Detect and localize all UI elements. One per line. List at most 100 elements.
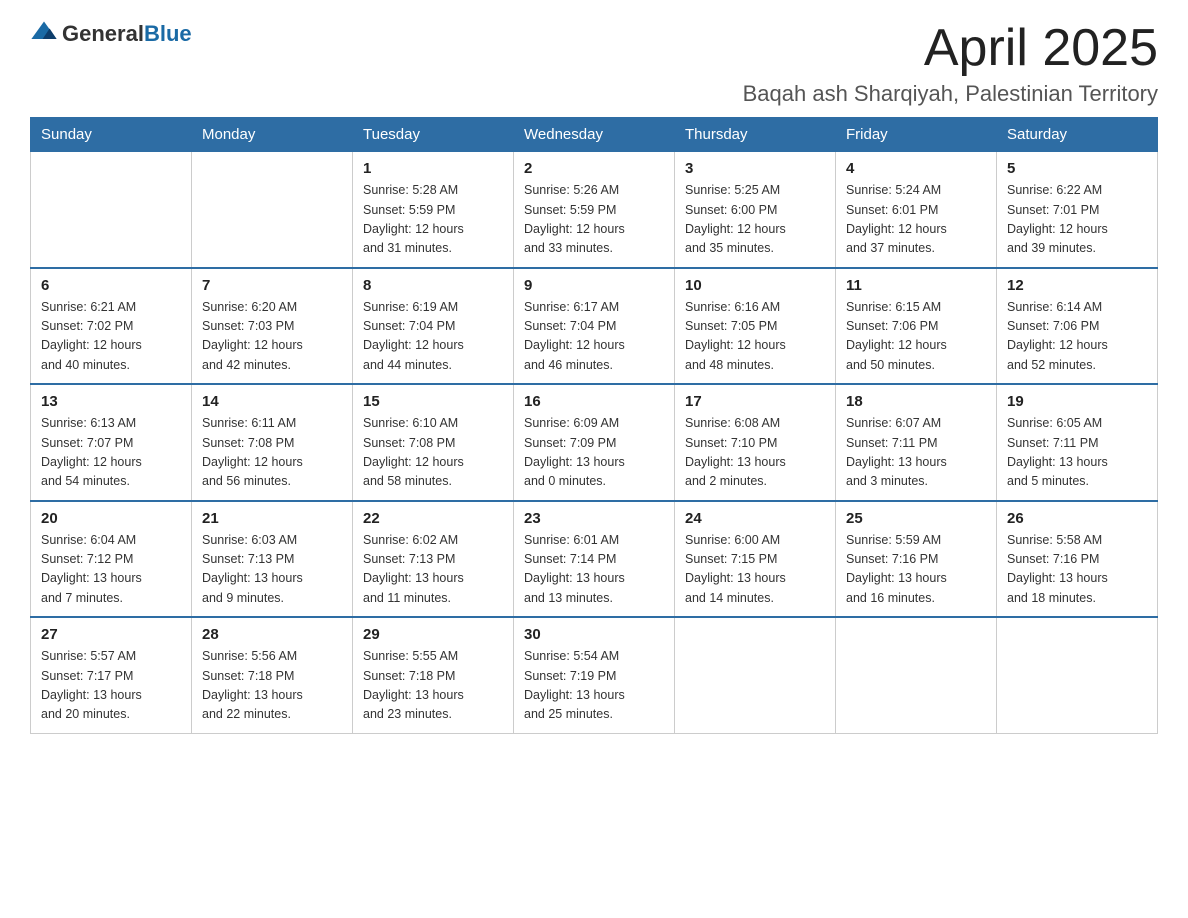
day-info: Sunrise: 6:11 AM Sunset: 7:08 PM Dayligh… — [202, 414, 342, 492]
day-number: 18 — [846, 393, 986, 410]
week-row-1: 1 Sunrise: 5:28 AM Sunset: 5:59 PM Daylig… — [31, 152, 1158, 268]
day-info: Sunrise: 6:15 AM Sunset: 7:06 PM Dayligh… — [846, 298, 986, 376]
calendar-cell: 16 Sunrise: 6:09 AM Sunset: 7:09 PM Dayli… — [514, 384, 675, 501]
day-info: Sunrise: 6:16 AM Sunset: 7:05 PM Dayligh… — [685, 298, 825, 376]
day-info: Sunrise: 6:00 AM Sunset: 7:15 PM Dayligh… — [685, 531, 825, 609]
day-info: Sunrise: 6:04 AM Sunset: 7:12 PM Dayligh… — [41, 531, 181, 609]
calendar-cell — [31, 152, 192, 268]
day-info: Sunrise: 6:03 AM Sunset: 7:13 PM Dayligh… — [202, 531, 342, 609]
day-info: Sunrise: 6:19 AM Sunset: 7:04 PM Dayligh… — [363, 298, 503, 376]
calendar-cell: 29 Sunrise: 5:55 AM Sunset: 7:18 PM Dayli… — [353, 617, 514, 733]
calendar-cell: 6 Sunrise: 6:21 AM Sunset: 7:02 PM Daylig… — [31, 268, 192, 385]
calendar-cell: 18 Sunrise: 6:07 AM Sunset: 7:11 PM Dayli… — [836, 384, 997, 501]
weekday-header-sunday: Sunday — [31, 118, 192, 152]
day-info: Sunrise: 6:05 AM Sunset: 7:11 PM Dayligh… — [1007, 414, 1147, 492]
day-number: 21 — [202, 510, 342, 527]
day-number: 30 — [524, 626, 664, 643]
day-number: 29 — [363, 626, 503, 643]
day-info: Sunrise: 5:25 AM Sunset: 6:00 PM Dayligh… — [685, 181, 825, 259]
calendar-cell: 27 Sunrise: 5:57 AM Sunset: 7:17 PM Dayli… — [31, 617, 192, 733]
weekday-header-row: SundayMondayTuesdayWednesdayThursdayFrid… — [31, 118, 1158, 152]
day-number: 15 — [363, 393, 503, 410]
day-info: Sunrise: 5:56 AM Sunset: 7:18 PM Dayligh… — [202, 647, 342, 725]
day-number: 27 — [41, 626, 181, 643]
weekday-header-saturday: Saturday — [997, 118, 1158, 152]
day-info: Sunrise: 6:01 AM Sunset: 7:14 PM Dayligh… — [524, 531, 664, 609]
day-number: 20 — [41, 510, 181, 527]
weekday-header-monday: Monday — [192, 118, 353, 152]
day-info: Sunrise: 6:02 AM Sunset: 7:13 PM Dayligh… — [363, 531, 503, 609]
day-info: Sunrise: 5:57 AM Sunset: 7:17 PM Dayligh… — [41, 647, 181, 725]
day-info: Sunrise: 6:07 AM Sunset: 7:11 PM Dayligh… — [846, 414, 986, 492]
day-number: 25 — [846, 510, 986, 527]
day-number: 28 — [202, 626, 342, 643]
week-row-3: 13 Sunrise: 6:13 AM Sunset: 7:07 PM Dayli… — [31, 384, 1158, 501]
calendar-cell: 23 Sunrise: 6:01 AM Sunset: 7:14 PM Dayli… — [514, 501, 675, 618]
day-number: 5 — [1007, 160, 1147, 177]
day-number: 26 — [1007, 510, 1147, 527]
weekday-header-wednesday: Wednesday — [514, 118, 675, 152]
day-number: 10 — [685, 277, 825, 294]
day-number: 13 — [41, 393, 181, 410]
day-number: 4 — [846, 160, 986, 177]
day-info: Sunrise: 6:10 AM Sunset: 7:08 PM Dayligh… — [363, 414, 503, 492]
calendar-cell: 19 Sunrise: 6:05 AM Sunset: 7:11 PM Dayli… — [997, 384, 1158, 501]
calendar-cell: 7Sunrise: 6:20 AM Sunset: 7:03 PM Daylig… — [192, 268, 353, 385]
day-number: 24 — [685, 510, 825, 527]
calendar-cell: 1 Sunrise: 5:28 AM Sunset: 5:59 PM Daylig… — [353, 152, 514, 268]
weekday-header-tuesday: Tuesday — [353, 118, 514, 152]
day-info: Sunrise: 5:28 AM Sunset: 5:59 PM Dayligh… — [363, 181, 503, 259]
day-info: Sunrise: 6:08 AM Sunset: 7:10 PM Dayligh… — [685, 414, 825, 492]
day-info: Sunrise: 6:22 AM Sunset: 7:01 PM Dayligh… — [1007, 181, 1147, 259]
day-info: Sunrise: 6:14 AM Sunset: 7:06 PM Dayligh… — [1007, 298, 1147, 376]
day-number: 11 — [846, 277, 986, 294]
day-info: Sunrise: 6:09 AM Sunset: 7:09 PM Dayligh… — [524, 414, 664, 492]
day-info: Sunrise: 5:59 AM Sunset: 7:16 PM Dayligh… — [846, 531, 986, 609]
week-row-4: 20 Sunrise: 6:04 AM Sunset: 7:12 PM Dayli… — [31, 501, 1158, 618]
day-number: 3 — [685, 160, 825, 177]
day-number: 6 — [41, 277, 181, 294]
day-info: Sunrise: 6:21 AM Sunset: 7:02 PM Dayligh… — [41, 298, 181, 376]
calendar-cell — [675, 617, 836, 733]
calendar-cell: 12 Sunrise: 6:14 AM Sunset: 7:06 PM Dayli… — [997, 268, 1158, 385]
logo-text-blue: Blue — [144, 21, 192, 46]
calendar-cell: 26Sunrise: 5:58 AM Sunset: 7:16 PM Dayli… — [997, 501, 1158, 618]
day-number: 19 — [1007, 393, 1147, 410]
calendar-table: SundayMondayTuesdayWednesdayThursdayFrid… — [30, 117, 1158, 734]
month-title: April 2025 — [743, 20, 1158, 77]
day-info: Sunrise: 6:17 AM Sunset: 7:04 PM Dayligh… — [524, 298, 664, 376]
calendar-cell — [997, 617, 1158, 733]
calendar-cell: 28 Sunrise: 5:56 AM Sunset: 7:18 PM Dayli… — [192, 617, 353, 733]
title-area: April 2025 Baqah ash Sharqiyah, Palestin… — [743, 20, 1158, 107]
calendar-cell — [836, 617, 997, 733]
day-number: 23 — [524, 510, 664, 527]
calendar-cell: 9Sunrise: 6:17 AM Sunset: 7:04 PM Daylig… — [514, 268, 675, 385]
day-info: Sunrise: 5:26 AM Sunset: 5:59 PM Dayligh… — [524, 181, 664, 259]
day-number: 7 — [202, 277, 342, 294]
day-info: Sunrise: 6:13 AM Sunset: 7:07 PM Dayligh… — [41, 414, 181, 492]
calendar-cell: 30 Sunrise: 5:54 AM Sunset: 7:19 PM Dayli… — [514, 617, 675, 733]
logo-text-general: General — [62, 21, 144, 46]
calendar-cell: 21 Sunrise: 6:03 AM Sunset: 7:13 PM Dayli… — [192, 501, 353, 618]
calendar-cell: 24 Sunrise: 6:00 AM Sunset: 7:15 PM Dayli… — [675, 501, 836, 618]
calendar-cell: 15 Sunrise: 6:10 AM Sunset: 7:08 PM Dayli… — [353, 384, 514, 501]
calendar-cell: 10 Sunrise: 6:16 AM Sunset: 7:05 PM Dayli… — [675, 268, 836, 385]
day-number: 17 — [685, 393, 825, 410]
calendar-cell: 5 Sunrise: 6:22 AM Sunset: 7:01 PM Daylig… — [997, 152, 1158, 268]
calendar-cell — [192, 152, 353, 268]
header: GeneralBlue April 2025 Baqah ash Sharqiy… — [30, 20, 1158, 107]
weekday-header-friday: Friday — [836, 118, 997, 152]
calendar-cell: 11 Sunrise: 6:15 AM Sunset: 7:06 PM Dayli… — [836, 268, 997, 385]
day-number: 16 — [524, 393, 664, 410]
calendar-cell: 3 Sunrise: 5:25 AM Sunset: 6:00 PM Daylig… — [675, 152, 836, 268]
calendar-cell: 8 Sunrise: 6:19 AM Sunset: 7:04 PM Daylig… — [353, 268, 514, 385]
week-row-2: 6 Sunrise: 6:21 AM Sunset: 7:02 PM Daylig… — [31, 268, 1158, 385]
day-number: 1 — [363, 160, 503, 177]
day-info: Sunrise: 5:54 AM Sunset: 7:19 PM Dayligh… — [524, 647, 664, 725]
day-number: 8 — [363, 277, 503, 294]
day-info: Sunrise: 5:55 AM Sunset: 7:18 PM Dayligh… — [363, 647, 503, 725]
day-number: 12 — [1007, 277, 1147, 294]
calendar-cell: 2Sunrise: 5:26 AM Sunset: 5:59 PM Daylig… — [514, 152, 675, 268]
calendar-cell: 17 Sunrise: 6:08 AM Sunset: 7:10 PM Dayli… — [675, 384, 836, 501]
week-row-5: 27 Sunrise: 5:57 AM Sunset: 7:17 PM Dayli… — [31, 617, 1158, 733]
